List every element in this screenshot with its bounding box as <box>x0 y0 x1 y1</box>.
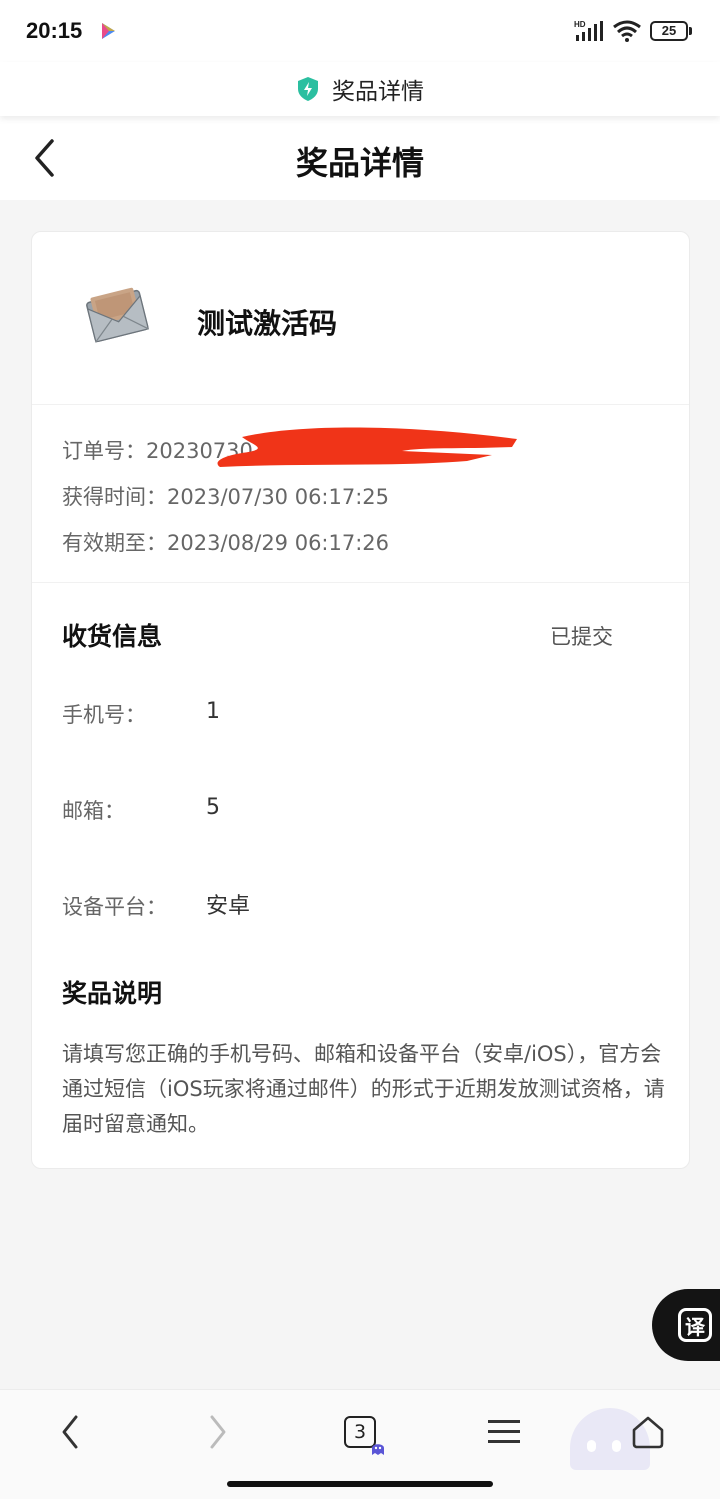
tabs-count: 3 <box>344 1416 384 1455</box>
status-bar: 20:15 HD 25 <box>0 0 720 62</box>
ghost-badge-icon <box>372 1444 384 1455</box>
prize-description-text: 请填写您正确的手机号码、邮箱和设备平台（安卓/iOS），官方会通过短信（iOS玩… <box>62 1042 665 1136</box>
email-value: 5 <box>206 795 220 820</box>
home-icon <box>632 1416 664 1449</box>
page-title: 奖品详情 <box>295 144 424 182</box>
phone-label: 手机号： <box>62 703 146 727</box>
home-indicator[interactable] <box>227 1481 493 1487</box>
svg-text:HD: HD <box>574 20 586 29</box>
email-label: 邮箱： <box>62 799 125 823</box>
ghost-eye <box>587 1440 596 1452</box>
menu-button[interactable] <box>474 1408 534 1456</box>
translate-icon: 译 <box>678 1308 712 1342</box>
translate-button[interactable]: 译 <box>652 1289 720 1361</box>
obtained-time: 获得时间：2023/07/30 06:17:25 <box>62 485 390 509</box>
platform-value: 安卓 <box>206 894 251 919</box>
battery-tip <box>689 27 692 35</box>
browser-title-bar[interactable]: 奖品详情 <box>0 62 720 116</box>
status-time: 20:15 <box>26 18 83 43</box>
phone-value: 1 <box>206 699 220 724</box>
expiry-date: 有效期至：2023/08/29 06:17:26 <box>62 531 390 555</box>
shipping-info-title: 收货信息 <box>62 622 163 651</box>
tabs-count-label: 3 <box>353 1421 367 1443</box>
shipping-status: 已提交 <box>550 625 613 649</box>
nav-back-button[interactable] <box>40 1408 100 1456</box>
battery-level: 25 <box>650 21 688 41</box>
redaction-mark <box>217 427 518 467</box>
battery-indicator: 25 <box>650 21 692 41</box>
prize-description-title: 奖品说明 <box>62 979 163 1008</box>
prize-name: 测试激活码 <box>197 307 338 340</box>
shield-icon <box>298 77 318 101</box>
nav-forward-button[interactable] <box>188 1408 248 1456</box>
platform-label: 设备平台： <box>62 895 167 919</box>
chevron-right-icon <box>210 1415 226 1449</box>
prize-header: 测试激活码 <box>32 232 689 405</box>
menu-icon <box>488 1420 520 1443</box>
home-button[interactable] <box>618 1408 678 1456</box>
chevron-left-icon <box>62 1415 78 1449</box>
play-store-icon <box>102 23 115 39</box>
wifi-icon <box>613 20 641 42</box>
order-info: 订单号：20230730 获得时间：2023/07/30 06:17:25 有效… <box>32 405 689 583</box>
prize-card: 测试激活码 订单号：20230730 获得时间：2023/07/30 06:17… <box>31 231 690 1169</box>
signal-icon: HD <box>574 20 603 41</box>
tabs-button[interactable]: 3 <box>330 1408 390 1456</box>
browser-page-title: 奖品详情 <box>332 79 424 105</box>
envelope-icon <box>86 287 150 343</box>
page-header: 奖品详情 <box>0 116 720 200</box>
